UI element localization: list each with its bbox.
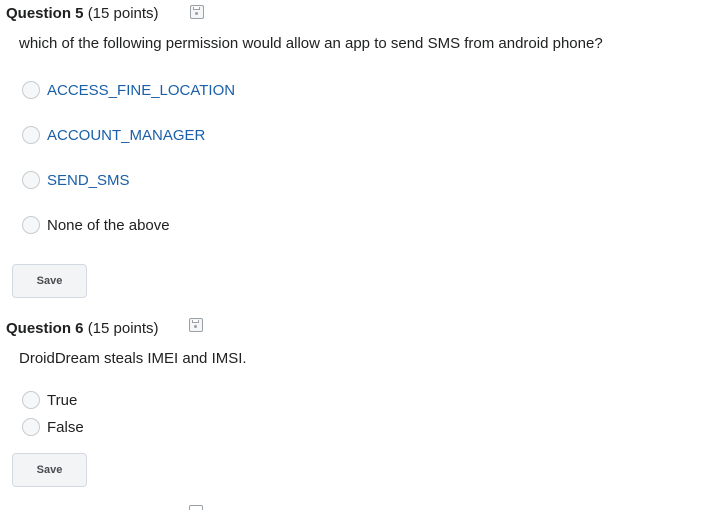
question-6-option-1[interactable]: True	[22, 389, 77, 411]
question-5-option-2[interactable]: ACCOUNT_MANAGER	[22, 124, 205, 146]
question-5-option-1[interactable]: ACCESS_FINE_LOCATION	[22, 79, 235, 101]
question-5-prompt: which of the following permission would …	[19, 35, 603, 52]
option-label[interactable]: True	[47, 392, 77, 409]
question-5-option-3[interactable]: SEND_SMS	[22, 169, 130, 191]
option-label[interactable]: None of the above	[47, 217, 170, 234]
question-5-number: Question 5	[6, 5, 84, 22]
option-label[interactable]: ACCESS_FINE_LOCATION	[47, 82, 235, 99]
question-5-option-4[interactable]: None of the above	[22, 214, 170, 236]
radio-button[interactable]	[22, 391, 40, 409]
question-6-option-2[interactable]: False	[22, 416, 84, 438]
question-6-number: Question 6	[6, 320, 84, 337]
floppy-disk-icon[interactable]	[189, 318, 203, 332]
question-6-prompt: DroidDream steals IMEI and IMSI.	[19, 350, 247, 367]
radio-button[interactable]	[22, 171, 40, 189]
question-5-header: Question 5 (15 points)	[6, 5, 159, 22]
radio-button[interactable]	[22, 126, 40, 144]
option-label[interactable]: ACCOUNT_MANAGER	[47, 127, 205, 144]
radio-button[interactable]	[22, 216, 40, 234]
save-button[interactable]: Save	[12, 264, 87, 298]
option-label[interactable]: SEND_SMS	[47, 172, 130, 189]
radio-button[interactable]	[22, 81, 40, 99]
radio-button[interactable]	[22, 418, 40, 436]
question-5-points: (15 points)	[87, 5, 159, 22]
question-6-points: (15 points)	[87, 320, 159, 337]
save-button[interactable]: Save	[12, 453, 87, 487]
question-6-header: Question 6 (15 points)	[6, 320, 159, 337]
floppy-disk-icon[interactable]	[189, 505, 203, 510]
option-label[interactable]: False	[47, 419, 84, 436]
floppy-disk-icon[interactable]	[190, 5, 204, 19]
